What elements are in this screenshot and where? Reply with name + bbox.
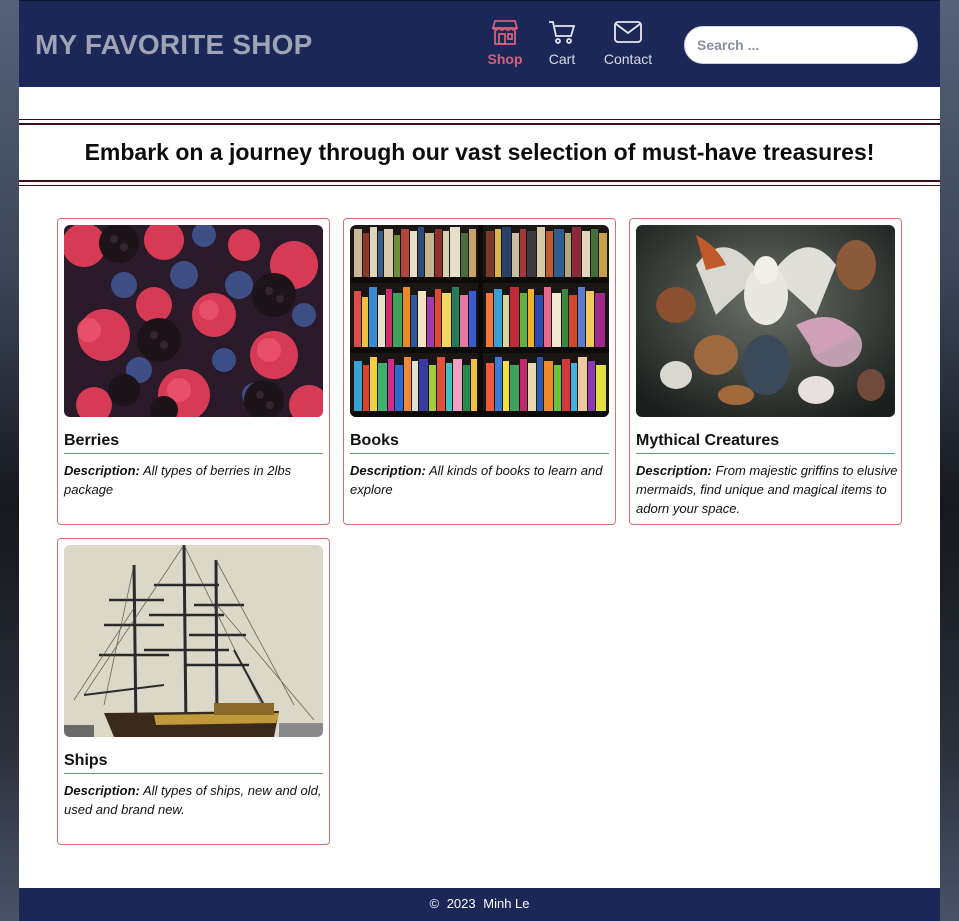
product-card-berries[interactable]: Berries Description: All types of berrie… [57,218,330,525]
banner: Embark on a journey through our vast sel… [19,119,940,186]
description-label: Description: [636,463,712,478]
product-image-berries[interactable] [64,225,323,417]
product-card-mythical-creatures[interactable]: Mythical Creatures Description: From maj… [629,218,902,525]
description-label: Description: [350,463,426,478]
product-description: Description: All types of ships, new and… [64,781,326,819]
product-description: Description: All kinds of books to learn… [350,461,612,499]
nav-contact[interactable]: Contact [593,19,663,67]
search-input[interactable] [684,26,918,64]
nav-shop-label: Shop [487,51,523,67]
mail-icon [614,21,642,43]
copyright-year: 2023 [446,896,476,911]
product-title[interactable]: Berries [64,432,323,454]
product-image-ships[interactable] [64,545,323,737]
nav-cart-label: Cart [548,51,576,67]
banner-heading: Embark on a journey through our vast sel… [84,139,875,165]
page: MY FAVORITE SHOP Shop Cart Contact Searc… [19,0,940,921]
product-description: Description: All types of berries in 2lb… [64,461,326,499]
product-title[interactable]: Mythical Creatures [636,432,895,454]
product-title[interactable]: Ships [64,752,323,774]
copyright-symbol: © [429,896,440,911]
product-image-books[interactable] [350,225,609,417]
site-header: MY FAVORITE SHOP Shop Cart Contact Searc… [19,0,940,87]
product-description: Description: From majestic griffins to e… [636,461,898,518]
site-footer: © 2023 Minh Le [19,888,940,921]
background-right [940,0,959,921]
description-label: Description: [64,463,140,478]
shop-icon [491,20,519,45]
background-left [0,0,19,921]
product-image-mythical-creatures[interactable] [636,225,895,417]
nav-contact-label: Contact [603,51,653,67]
cart-icon [549,21,576,44]
nav-cart[interactable]: Cart [527,19,597,67]
product-card-ships[interactable]: Ships Description: All types of ships, n… [57,538,330,845]
product-title[interactable]: Books [350,432,609,454]
brand-title[interactable]: MY FAVORITE SHOP [35,29,313,61]
product-card-books[interactable]: Books Description: All kinds of books to… [343,218,616,525]
copyright-author: Minh Le [483,896,530,911]
description-label: Description: [64,783,140,798]
